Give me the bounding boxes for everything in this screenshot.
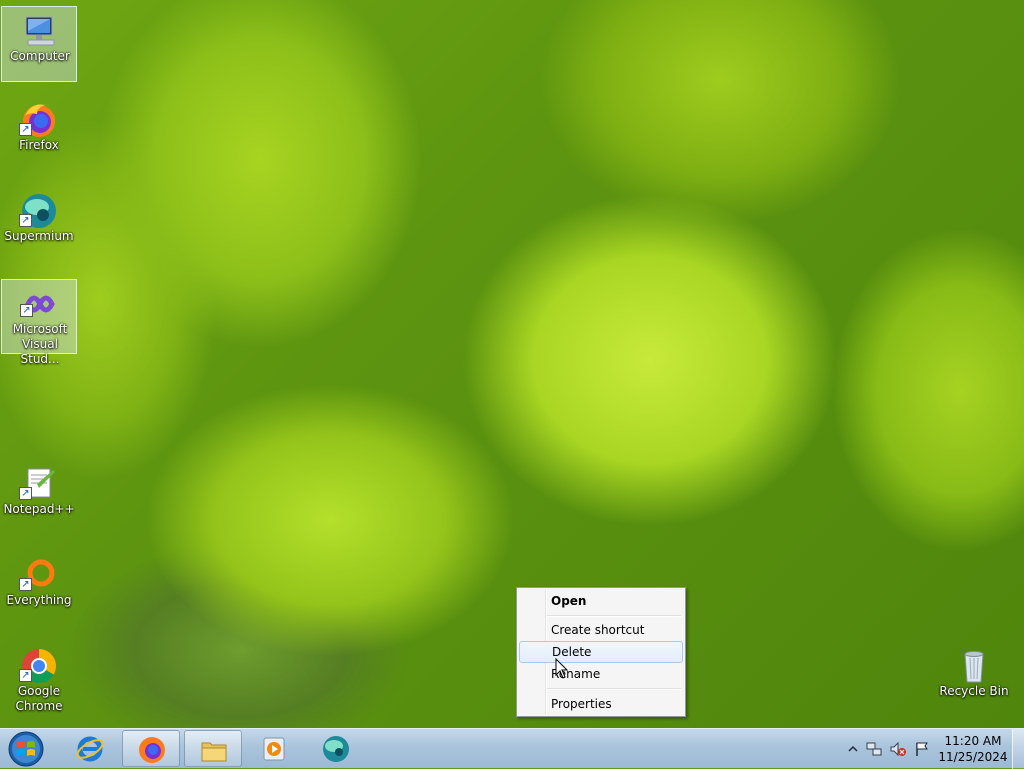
menu-item-delete[interactable]: Delete	[519, 641, 683, 663]
desktop-icon-everything[interactable]: ↗ Everything	[1, 551, 77, 627]
clock-date: 11/25/2024	[938, 750, 1008, 764]
menu-item-properties[interactable]: Properties	[519, 693, 683, 715]
menu-separator	[547, 688, 681, 690]
desktop-icon-label: Computer	[10, 49, 70, 63]
show-hidden-icons-icon[interactable]	[845, 741, 861, 757]
taskbar-internet-explorer[interactable]	[61, 730, 119, 767]
desktop-icon-label: Notepad++	[3, 502, 75, 516]
taskbar-file-explorer[interactable]	[184, 730, 242, 767]
internet-explorer-icon	[76, 736, 104, 762]
taskbar-supermium[interactable]	[307, 730, 365, 767]
shortcut-arrow-icon: ↗	[19, 214, 32, 227]
desktop-icon-chrome[interactable]: ↗ Google Chrome	[1, 642, 77, 722]
network-icon[interactable]	[866, 741, 882, 757]
shortcut-arrow-icon: ↗	[19, 123, 32, 136]
folder-icon	[201, 742, 227, 762]
desktop-icon-firefox[interactable]: ↗ Firefox	[1, 96, 77, 172]
volume-muted-icon[interactable]	[890, 741, 906, 757]
desktop-icon-supermium[interactable]: ↗ Supermium	[1, 187, 77, 263]
menu-item-open[interactable]: Open	[519, 590, 683, 612]
desktop-icon-label: Firefox	[19, 138, 59, 152]
media-player-icon	[263, 737, 285, 761]
desktop-icon-label: Recycle Bin	[939, 684, 1009, 698]
show-desktop-button[interactable]	[1012, 729, 1024, 769]
desktop-icon-recycle-bin[interactable]: Recycle Bin	[936, 642, 1012, 718]
taskbar: 11:20 AM 11/25/2024	[0, 728, 1024, 769]
desktop-icon-label: Microsoft Visual Stud...	[12, 322, 68, 366]
context-menu: Open Create shortcut Delete Rename Prope…	[516, 587, 686, 717]
shortcut-arrow-icon: ↗	[20, 304, 33, 317]
menu-separator	[547, 615, 681, 617]
shortcut-arrow-icon: ↗	[19, 669, 32, 682]
desktop-icon-computer[interactable]: Computer	[1, 6, 77, 82]
taskbar-firefox[interactable]	[122, 730, 180, 767]
shortcut-arrow-icon: ↗	[19, 578, 32, 591]
computer-icon	[25, 16, 55, 46]
desktop-icon-notepadpp[interactable]: ↗ Notepad++	[1, 460, 77, 536]
system-clock[interactable]: 11:20 AM 11/25/2024	[938, 733, 1008, 765]
desktop-icon-label: Everything	[6, 593, 72, 607]
shortcut-arrow-icon: ↗	[19, 487, 32, 500]
desktop-icon-visual-studio[interactable]: ↗ Microsoft Visual Stud...	[1, 279, 77, 366]
action-center-flag-icon[interactable]	[914, 741, 930, 757]
taskbar-media-player[interactable]	[245, 730, 303, 767]
desktop-icon-label: Google Chrome	[15, 684, 63, 713]
desktop-icon-label: Supermium	[4, 229, 74, 243]
mouse-pointer-icon	[555, 658, 569, 679]
clock-time: 11:20 AM	[944, 734, 1002, 748]
firefox-icon	[139, 737, 165, 763]
recycle-bin-icon	[964, 651, 984, 683]
menu-item-rename[interactable]: Rename	[519, 663, 683, 685]
menu-item-create-shortcut[interactable]: Create shortcut	[519, 619, 683, 641]
supermium-icon	[323, 736, 349, 762]
start-button[interactable]	[6, 730, 46, 768]
desktop-wallpaper[interactable]	[0, 0, 1024, 728]
